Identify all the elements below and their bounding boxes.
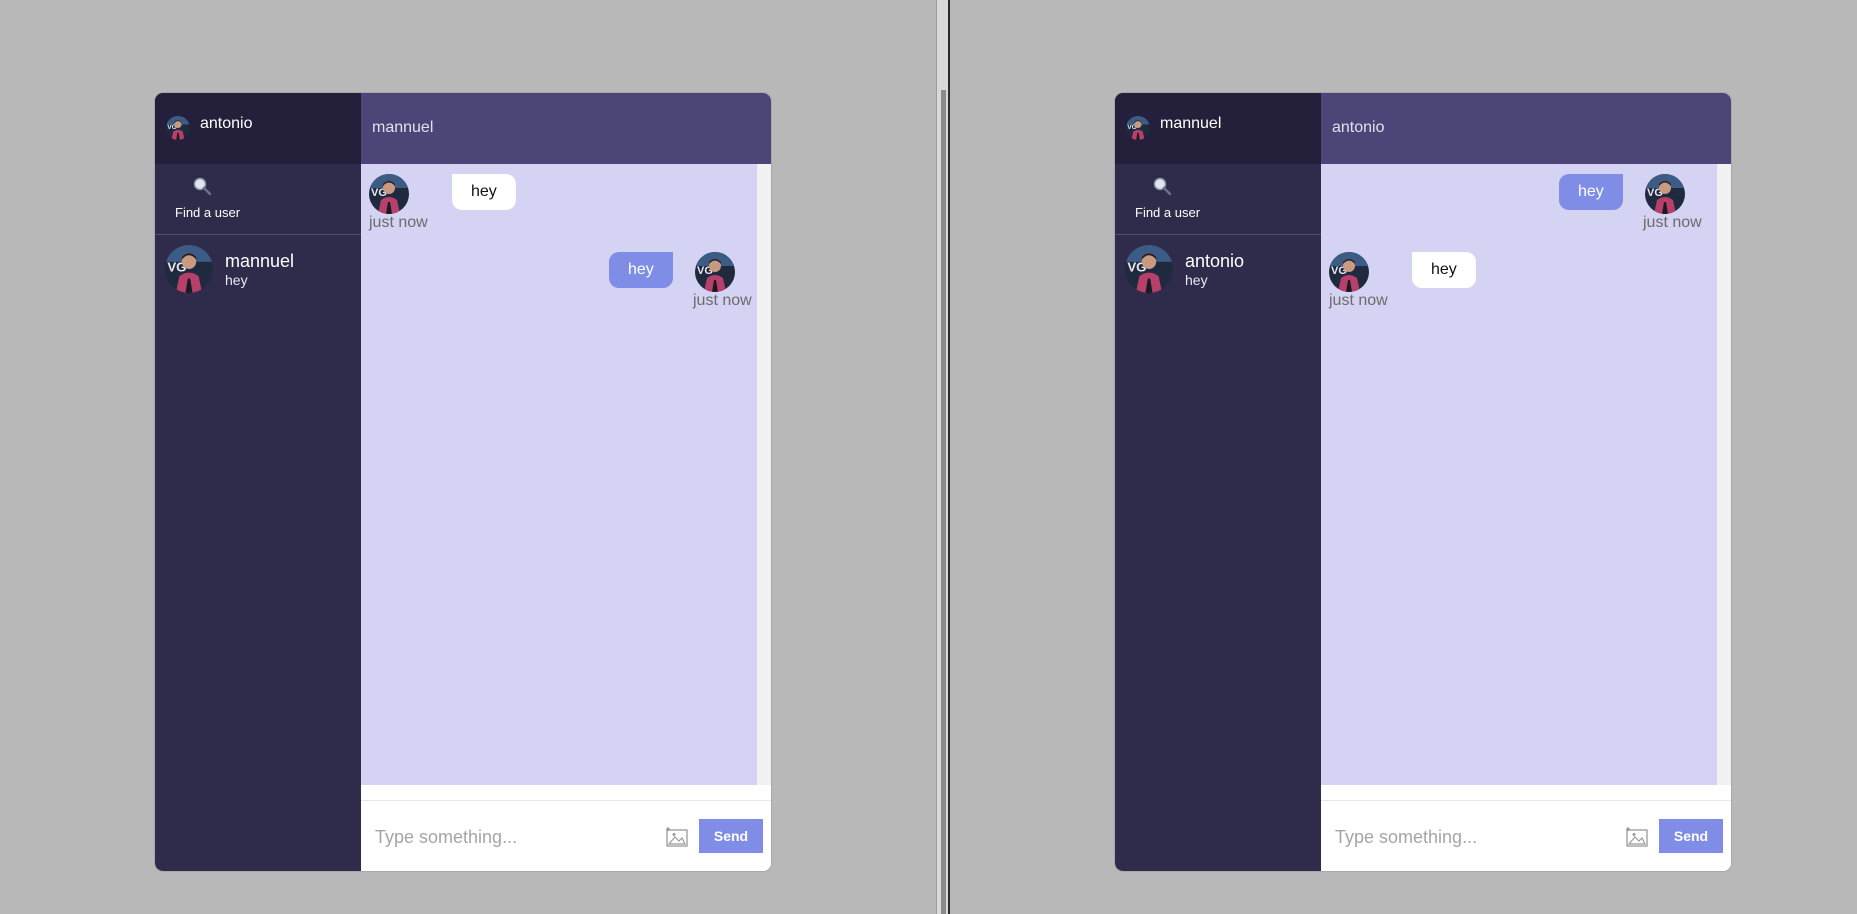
message-composer: Send <box>1321 800 1731 871</box>
message-scrollbar[interactable] <box>1717 164 1731 785</box>
user-search[interactable]: Find a user <box>1115 164 1321 235</box>
last-message-preview: hey <box>1185 272 1208 288</box>
message-list[interactable]: hey just now just now hey <box>1321 164 1717 785</box>
message-composer: Send <box>361 800 771 871</box>
current-user-name: antonio <box>200 115 253 132</box>
sender-avatar <box>369 174 409 214</box>
contact-name: mannuel <box>225 251 295 271</box>
chat-panel: antonio hey just now just now hey Type s… <box>1321 93 1731 871</box>
message-bubble: hey <box>609 252 673 288</box>
contact-name: antonio <box>1185 251 1245 271</box>
search-icon[interactable] <box>1152 176 1172 196</box>
sender-avatar <box>695 252 735 292</box>
chat-panel: mannuel just now hey hey just now Type s… <box>361 93 771 871</box>
message-list[interactable]: just now hey hey just now <box>361 164 757 785</box>
search-icon[interactable] <box>192 176 212 196</box>
sidebar-header: mannuel <box>1115 93 1321 164</box>
image-icon[interactable] <box>665 826 689 848</box>
user-search[interactable]: Find a user <box>155 164 361 235</box>
chat-title: antonio <box>1332 119 1385 136</box>
send-button[interactable]: Send <box>699 819 763 853</box>
last-message-preview: hey <box>225 272 248 288</box>
chat-header: mannuel <box>361 93 771 164</box>
chat-header: antonio <box>1321 93 1731 164</box>
sender-avatar <box>1329 252 1369 292</box>
sidebar-header: antonio <box>155 93 361 164</box>
message-time: just now <box>369 214 428 231</box>
message-time: just now <box>693 292 752 309</box>
chat-app-window-2: mannuel Find a user antonio hey antonio … <box>1115 93 1731 871</box>
image-icon[interactable] <box>1625 826 1649 848</box>
contact-avatar <box>1125 245 1173 293</box>
message-time: just now <box>1643 214 1702 231</box>
current-user-avatar[interactable] <box>166 116 190 140</box>
message-time: just now <box>1329 292 1388 309</box>
chat-title: mannuel <box>372 119 434 136</box>
sender-avatar <box>1645 174 1685 214</box>
chat-app-window-1: antonio Find a user mannuel hey mannuel … <box>155 93 771 871</box>
chat-list-item[interactable]: antonio hey <box>1115 235 1321 299</box>
chat-list-item[interactable]: mannuel hey <box>155 235 361 299</box>
current-user-avatar[interactable] <box>1126 116 1150 140</box>
message-bubble: hey <box>1412 252 1476 288</box>
message-input[interactable] <box>373 821 637 853</box>
contact-avatar <box>165 245 213 293</box>
divider-scroll-thumb[interactable] <box>941 90 946 914</box>
search-label[interactable]: Find a user <box>1135 205 1200 220</box>
message-input[interactable] <box>1333 821 1597 853</box>
current-user-name: mannuel <box>1160 115 1222 132</box>
message-bubble: hey <box>452 174 516 210</box>
sidebar: antonio Find a user mannuel hey <box>155 93 361 871</box>
search-label[interactable]: Find a user <box>175 205 240 220</box>
message-scrollbar[interactable] <box>757 164 771 785</box>
message-bubble: hey <box>1559 174 1623 210</box>
window-divider[interactable] <box>936 0 950 914</box>
sidebar: mannuel Find a user antonio hey <box>1115 93 1321 871</box>
send-button[interactable]: Send <box>1659 819 1723 853</box>
